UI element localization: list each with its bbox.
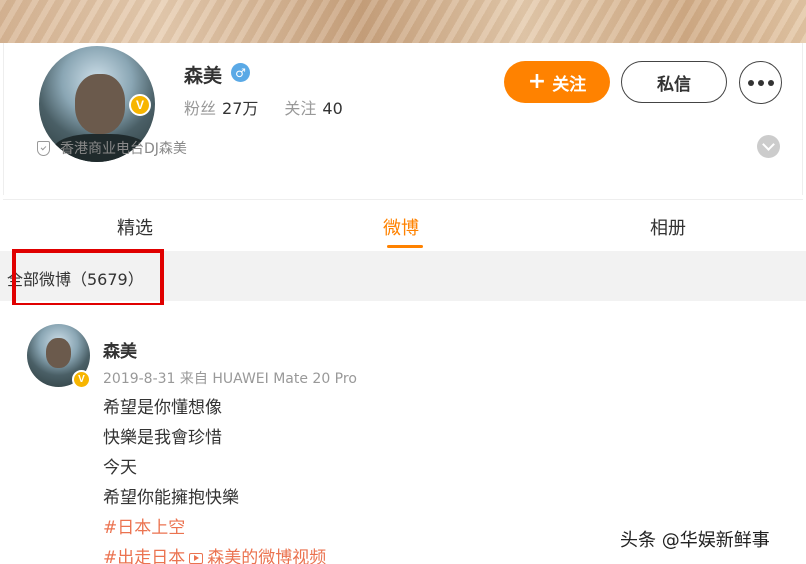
follow-button[interactable]: + 关注 bbox=[504, 61, 610, 103]
video-icon bbox=[189, 552, 204, 564]
followers-stat[interactable]: 粉丝 27万 bbox=[184, 95, 258, 119]
post-text-line: 快樂是我會珍惜 bbox=[103, 428, 222, 448]
hashtag-link[interactable]: #出走日本 bbox=[103, 548, 185, 564]
dot-icon bbox=[767, 79, 774, 86]
hashtag-link[interactable]: #日本上空 bbox=[103, 513, 185, 538]
profile-card: V 森美 ♂ 粉丝 27万 关注 40 + 关注 私信 香港商业电台DJ森美 bbox=[3, 43, 803, 195]
video-link[interactable]: 森美的微博视频 bbox=[207, 548, 326, 564]
tab-featured[interactable]: 精选 bbox=[117, 214, 153, 240]
active-tab-indicator bbox=[387, 245, 423, 248]
followers-count: 27万 bbox=[222, 99, 259, 118]
dot-icon bbox=[757, 79, 764, 86]
followers-label: 粉丝 bbox=[184, 99, 217, 118]
post-meta: 2019-8-31 来自 HUAWEI Mate 20 Pro bbox=[103, 371, 357, 387]
post-text-line: #出走日本 森美的微博视频 bbox=[103, 543, 326, 564]
dot-icon bbox=[747, 79, 754, 86]
post-text-line: 今天 bbox=[103, 458, 137, 478]
tab-weibo[interactable]: 微博 bbox=[383, 214, 419, 240]
verification-info: 香港商业电台DJ森美 bbox=[37, 138, 187, 158]
verified-icon: V bbox=[72, 370, 91, 389]
post-text-line: 希望你能擁抱快樂 bbox=[103, 488, 239, 508]
watermark: 头条 @华娱新鲜事 bbox=[620, 530, 770, 551]
following-count: 40 bbox=[322, 99, 343, 118]
verification-text: 香港商业电台DJ森美 bbox=[60, 141, 187, 157]
expand-chevron-icon[interactable] bbox=[757, 135, 780, 158]
highlight-annotation-box bbox=[12, 249, 164, 307]
post-text-line: 希望是你懂想像 bbox=[103, 398, 222, 418]
shield-icon bbox=[37, 140, 50, 156]
message-button[interactable]: 私信 bbox=[621, 61, 727, 103]
profile-name: 森美 bbox=[184, 65, 223, 87]
profile-cover-image bbox=[0, 0, 806, 43]
plus-icon: + bbox=[527, 69, 547, 94]
male-gender-icon: ♂ bbox=[231, 63, 250, 82]
profile-stats: 粉丝 27万 关注 40 bbox=[184, 95, 343, 119]
profile-tabs: 精选 微博 相册 bbox=[3, 199, 803, 250]
more-options-button[interactable] bbox=[739, 61, 782, 104]
follow-button-label: 关注 bbox=[552, 74, 587, 95]
post-author-name[interactable]: 森美 bbox=[103, 337, 137, 362]
verified-icon: V bbox=[129, 94, 151, 116]
following-stat[interactable]: 关注 40 bbox=[284, 95, 342, 119]
tab-album[interactable]: 相册 bbox=[650, 214, 686, 240]
following-label: 关注 bbox=[284, 99, 317, 118]
